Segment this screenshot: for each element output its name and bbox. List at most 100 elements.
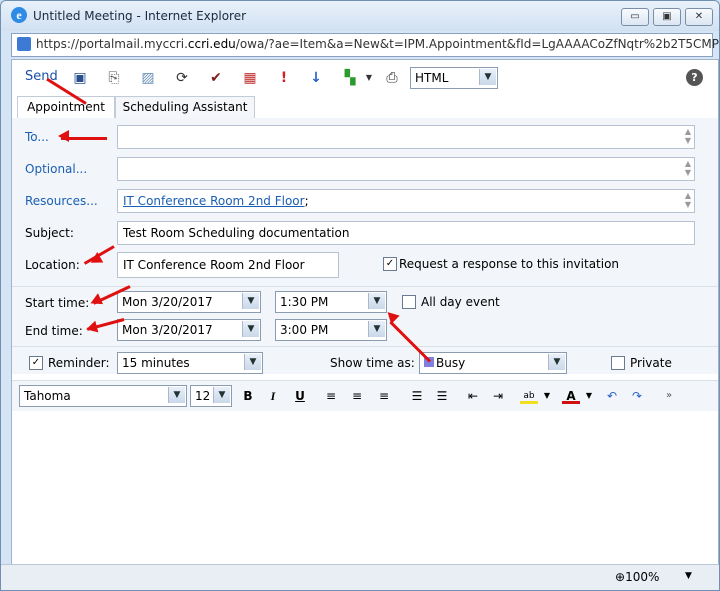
all-day-checkbox[interactable] bbox=[402, 295, 416, 309]
subject-input[interactable]: Test Room Scheduling documentation bbox=[117, 221, 695, 245]
resources-field[interactable]: IT Conference Room 2nd Floor; ▲ ▼ bbox=[117, 189, 695, 213]
formatting-toolbar: Tahoma ▼ 12 ▼ B I U ≡ ≡ ≡ ☰ ☰ ⇤ ⇥ ab ▼ A… bbox=[12, 380, 718, 412]
font-color-icon[interactable]: A bbox=[562, 388, 580, 404]
align-center-icon[interactable]: ≡ bbox=[348, 388, 366, 404]
resources-button[interactable]: Resources... bbox=[25, 194, 98, 208]
chevron-down-icon: ▼ bbox=[242, 293, 259, 309]
to-field[interactable]: ▲ ▼ bbox=[117, 125, 695, 149]
save-icon[interactable]: ▣ bbox=[72, 70, 88, 86]
chevron-down-icon: ▼ bbox=[368, 293, 385, 309]
attach-icon[interactable]: ⎘ bbox=[106, 70, 122, 86]
location-label: Location: bbox=[25, 258, 80, 272]
close-button[interactable]: ✕ bbox=[685, 8, 713, 26]
request-response-checkbox[interactable]: ✓ bbox=[383, 257, 397, 271]
scroll-arrows-icon: ▲ ▼ bbox=[684, 191, 691, 209]
end-time-value: 3:00 PM bbox=[280, 323, 329, 337]
undo-icon[interactable]: ↶ bbox=[603, 388, 621, 404]
print-icon[interactable]: ⎙ bbox=[384, 70, 400, 86]
title-bar: e Untitled Meeting - Internet Explorer ▭… bbox=[1, 1, 719, 31]
bold-button[interactable]: B bbox=[239, 388, 257, 404]
bulleted-list-icon[interactable]: ☰ bbox=[408, 388, 426, 404]
tab-scheduling-assistant[interactable]: Scheduling Assistant bbox=[115, 96, 255, 118]
reminder-checkbox[interactable]: ✓ bbox=[29, 356, 43, 370]
zoom-icon: ⊕ bbox=[615, 570, 626, 584]
request-response-label: Request a response to this invitation bbox=[399, 257, 620, 271]
resource-room-link[interactable]: IT Conference Room 2nd Floor bbox=[123, 194, 305, 208]
chevron-down-icon[interactable]: ▼ bbox=[361, 70, 377, 86]
redo-icon[interactable]: ↷ bbox=[628, 388, 646, 404]
scroll-arrows-icon: ▲ ▼ bbox=[684, 127, 691, 145]
show-time-as-label: Show time as: bbox=[330, 356, 415, 370]
maximize-button[interactable]: ▣ bbox=[653, 8, 681, 26]
categorize-icon[interactable]: ▚ bbox=[342, 70, 358, 86]
italic-button[interactable]: I bbox=[264, 388, 282, 404]
owa-appointment-form: Send ▣ ⎘ ▨ ⟳ ✔ ▦ ! ↓ ▚ ▼ ⎙ HTML ▼ ? Appo… bbox=[11, 59, 719, 566]
chevron-down-icon: ▼ bbox=[213, 387, 230, 403]
message-format-value: HTML bbox=[415, 71, 449, 85]
internet-explorer-icon: e bbox=[11, 7, 27, 23]
highlight-icon[interactable]: ab bbox=[520, 388, 538, 404]
address-bar[interactable]: https://portalmail.myccri.ccri.edu/owa/?… bbox=[11, 33, 719, 57]
message-body-editor[interactable] bbox=[12, 411, 718, 565]
chevron-down-icon: ▼ bbox=[479, 69, 496, 85]
end-date-value: Mon 3/20/2017 bbox=[122, 323, 213, 337]
message-format-select[interactable]: HTML ▼ bbox=[410, 67, 498, 89]
reminder-value: 15 minutes bbox=[122, 356, 190, 370]
reminder-select[interactable]: 15 minutes ▼ bbox=[117, 352, 263, 374]
font-size-select[interactable]: 12 ▼ bbox=[190, 385, 232, 407]
underline-button[interactable]: U bbox=[291, 388, 309, 404]
status-bar: ⊕100% ▼ bbox=[1, 564, 719, 590]
start-time-value: 1:30 PM bbox=[280, 295, 329, 309]
private-label: Private bbox=[630, 356, 672, 370]
font-value: Tahoma bbox=[24, 389, 71, 403]
low-importance-icon[interactable]: ↓ bbox=[308, 70, 324, 86]
subject-label: Subject: bbox=[25, 226, 74, 240]
chevron-down-icon[interactable]: ▼ bbox=[580, 388, 598, 404]
increase-indent-icon[interactable]: ⇥ bbox=[489, 388, 507, 404]
to-button[interactable]: To... bbox=[25, 130, 49, 144]
optional-button[interactable]: Optional... bbox=[25, 162, 87, 176]
scroll-arrows-icon: ▲ ▼ bbox=[684, 159, 691, 177]
decrease-indent-icon[interactable]: ⇤ bbox=[464, 388, 482, 404]
show-time-as-select[interactable]: Busy ▼ bbox=[419, 352, 567, 374]
end-date-select[interactable]: Mon 3/20/2017 ▼ bbox=[117, 319, 261, 341]
numbered-list-icon[interactable]: ☰ bbox=[433, 388, 451, 404]
chevron-down-icon[interactable]: ▼ bbox=[685, 571, 692, 581]
font-size-value: 12 bbox=[195, 389, 211, 403]
zoom-level: 100% bbox=[625, 570, 660, 584]
private-checkbox[interactable] bbox=[611, 356, 625, 370]
show-time-as-value: Busy bbox=[436, 356, 466, 370]
end-time-select[interactable]: 3:00 PM ▼ bbox=[275, 319, 387, 341]
page-icon bbox=[17, 37, 31, 51]
calendar-icon[interactable]: ▦ bbox=[242, 70, 258, 86]
all-day-label: All day event bbox=[421, 295, 500, 309]
align-right-icon[interactable]: ≡ bbox=[375, 388, 393, 404]
more-options-icon[interactable]: » bbox=[660, 388, 678, 404]
minimize-button[interactable]: ▭ bbox=[621, 8, 649, 26]
chevron-down-icon: ▼ bbox=[242, 321, 259, 337]
insert-image-icon[interactable]: ▨ bbox=[140, 70, 156, 86]
tab-bar: Appointment Scheduling Assistant bbox=[12, 94, 718, 119]
end-time-label: End time: bbox=[25, 324, 83, 338]
location-input[interactable]: IT Conference Room 2nd Floor bbox=[117, 252, 339, 278]
annotation-arrowhead bbox=[58, 130, 69, 142]
tab-appointment[interactable]: Appointment bbox=[17, 96, 115, 119]
zoom-control[interactable]: ⊕100% bbox=[615, 570, 659, 584]
optional-attendees-field[interactable]: ▲ ▼ bbox=[117, 157, 695, 181]
check-names-icon[interactable]: ✔ bbox=[208, 70, 224, 86]
chevron-down-icon: ▼ bbox=[368, 321, 385, 337]
subject-value: Test Room Scheduling documentation bbox=[123, 226, 350, 240]
reminder-label: Reminder: bbox=[48, 356, 110, 370]
url-domain: ccri.edu bbox=[187, 37, 236, 51]
chevron-down-icon[interactable]: ▼ bbox=[538, 388, 556, 404]
high-importance-icon[interactable]: ! bbox=[276, 70, 292, 86]
start-date-select[interactable]: Mon 3/20/2017 ▼ bbox=[117, 291, 261, 313]
start-time-select[interactable]: 1:30 PM ▼ bbox=[275, 291, 387, 313]
help-icon[interactable]: ? bbox=[686, 69, 703, 86]
font-select[interactable]: Tahoma ▼ bbox=[19, 385, 187, 407]
recurrence-icon[interactable]: ⟳ bbox=[174, 70, 190, 86]
chevron-down-icon: ▼ bbox=[168, 387, 185, 403]
appointment-fields: To... ▲ ▼ Optional... ▲ ▼ Resources... IT … bbox=[12, 118, 718, 374]
align-left-icon[interactable]: ≡ bbox=[322, 388, 340, 404]
start-time-label: Start time: bbox=[25, 296, 90, 310]
